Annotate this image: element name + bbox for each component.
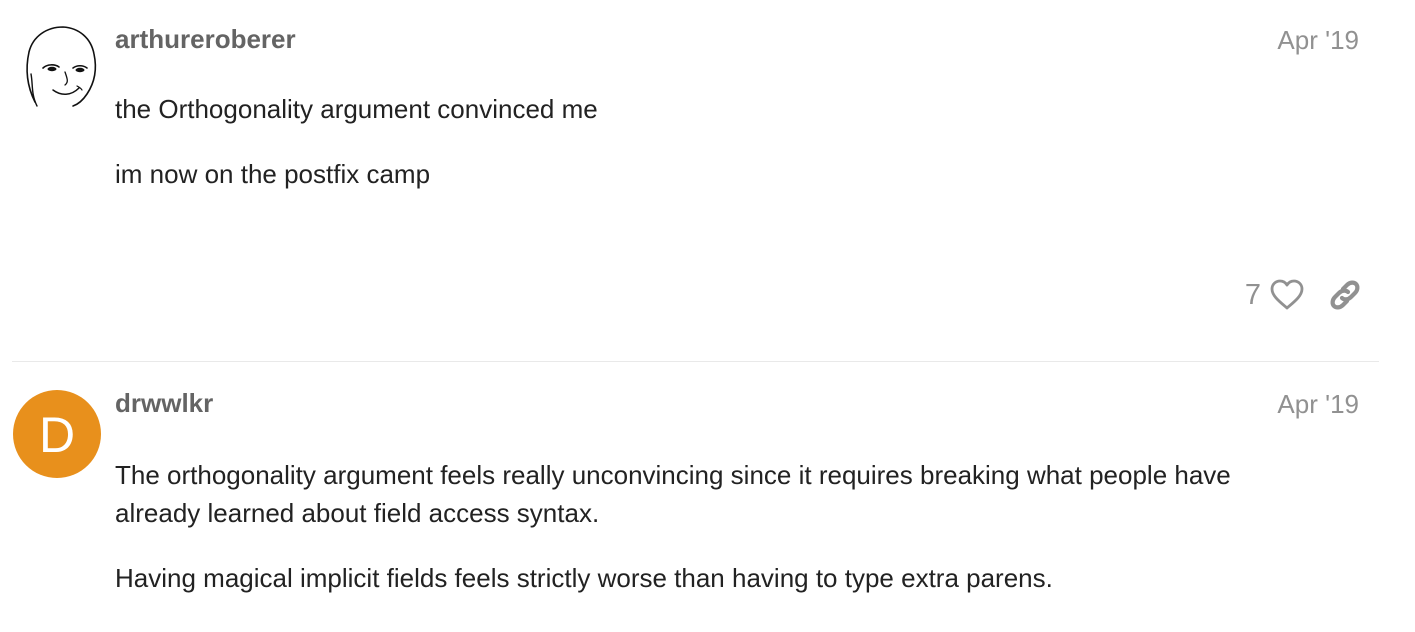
post-paragraph: Having magical implicit fields feels str…	[115, 563, 1053, 593]
post-username[interactable]: arthureroberer	[115, 26, 296, 52]
post-divider	[12, 361, 1379, 362]
heart-icon[interactable]	[1269, 277, 1305, 313]
post-paragraph: the Orthogonality argument convinced me	[115, 94, 598, 124]
like-count[interactable]: 7	[1245, 280, 1261, 310]
post-date[interactable]: Apr '19	[1277, 27, 1359, 53]
post: D drwwlkr Apr '19 The orthogonality argu…	[0, 363, 1415, 632]
post-date[interactable]: Apr '19	[1277, 391, 1359, 417]
post-body: the Orthogonality argument convinced me …	[115, 90, 1315, 220]
wojak-face-icon	[26, 26, 97, 107]
post-actions: 7	[1245, 275, 1363, 315]
post-username[interactable]: drwwlkr	[115, 390, 213, 416]
post-paragraph: The orthogonality argument feels really …	[115, 460, 1231, 528]
post-body: The orthogonality argument feels really …	[115, 456, 1315, 624]
user-avatar[interactable]	[13, 22, 101, 110]
avatar-letter: D	[38, 407, 76, 463]
post: arthureroberer Apr '19 the Orthogonality…	[0, 0, 1415, 362]
link-icon[interactable]	[1327, 277, 1363, 313]
post-paragraph: im now on the postfix camp	[115, 159, 431, 189]
user-avatar[interactable]: D	[13, 390, 101, 478]
